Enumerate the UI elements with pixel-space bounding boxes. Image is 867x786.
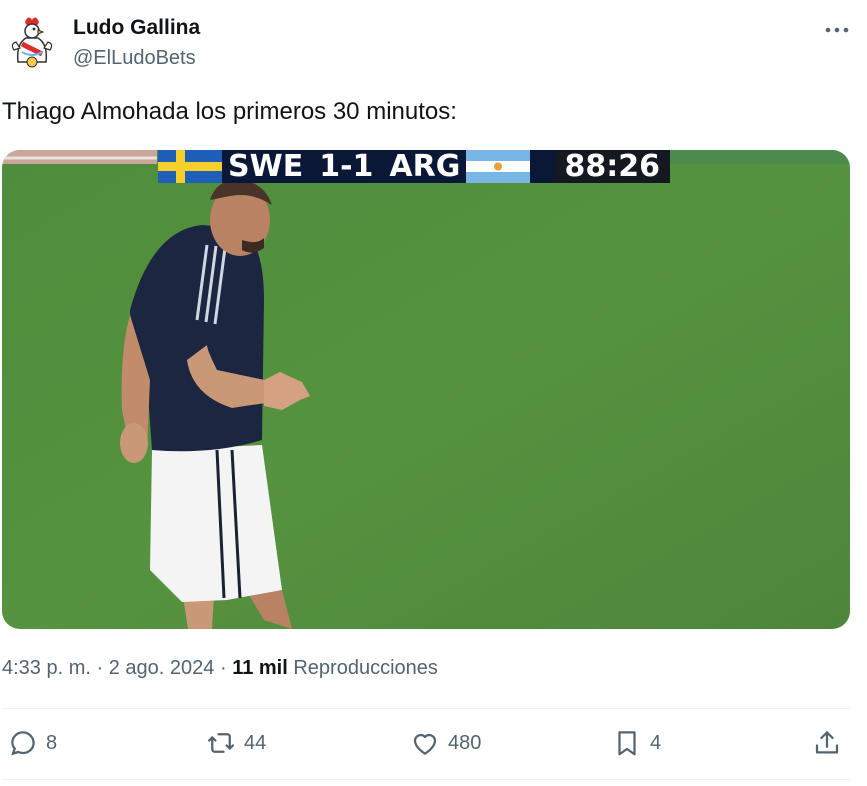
match-video-frame [2, 150, 850, 629]
share-button[interactable] [812, 728, 842, 758]
divider [2, 708, 850, 709]
repost-count: 44 [244, 731, 267, 754]
share-icon [815, 731, 839, 754]
reply-icon [11, 731, 35, 756]
repost-icon [208, 733, 234, 753]
meta-separator: · [219, 657, 227, 679]
post-time[interactable]: 4:33 p. m. [2, 657, 91, 679]
heart-icon [413, 734, 437, 755]
tweet-header: Ludo Gallina @ElLudoBets [0, 0, 867, 90]
meta-separator: · [96, 657, 104, 679]
bookmark-button[interactable]: 4 [612, 728, 661, 758]
rooster-mascot-icon [5, 15, 59, 69]
tweet-text: Thiago Almohada los primeros 30 minutos: [2, 98, 457, 125]
repost-button[interactable]: 44 [206, 728, 266, 758]
like-count: 480 [448, 731, 482, 754]
more-options-icon[interactable] [825, 14, 849, 40]
bookmark-icon [618, 731, 636, 756]
reply-count: 8 [46, 731, 58, 754]
author-handle[interactable]: @ElLudoBets [73, 47, 196, 70]
divider [2, 779, 850, 780]
match-score: 1-1 [319, 150, 374, 184]
views-label: Reproducciones [293, 657, 438, 679]
reply-button[interactable]: 8 [8, 728, 57, 758]
away-team: ARG [389, 150, 461, 184]
sweden-flag-icon [158, 150, 222, 183]
action-bar: 8 44 480 4 [0, 716, 867, 776]
scoreboard: SWE 1-1 ARG 88:26 [158, 150, 670, 183]
views-count: 11 mil [232, 657, 288, 679]
post-date[interactable]: 2 ago. 2024 [109, 657, 215, 679]
author-name[interactable]: Ludo Gallina [73, 16, 200, 40]
like-button[interactable]: 480 [410, 728, 481, 758]
tweet-media[interactable]: SWE 1-1 ARG 88:26 [2, 150, 850, 629]
bookmark-count: 4 [650, 731, 662, 754]
tweet-meta: 4:33 p. m. · 2 ago. 2024 · 11 mil Reprod… [2, 657, 438, 680]
home-team: SWE [228, 150, 304, 184]
match-clock: 88:26 [554, 150, 670, 183]
argentina-flag-icon [466, 150, 531, 183]
avatar[interactable] [4, 14, 60, 70]
